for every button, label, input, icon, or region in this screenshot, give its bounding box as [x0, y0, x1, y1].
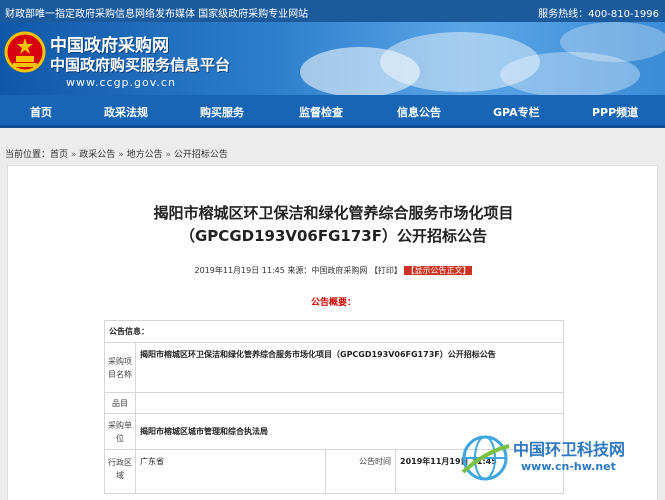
table-header: 公告信息： — [104, 320, 564, 343]
table-row: 采购项目名称 揭阳市榕城区环卫保洁和绿化管养综合服务市场化项目（GPCGD193… — [104, 342, 564, 393]
nav-item-gpa[interactable]: GPA专栏 — [493, 104, 540, 120]
print-link[interactable]: 【打印】 — [370, 266, 402, 275]
watermark-url: www.cn-hw.net — [521, 460, 616, 473]
main-nav: 首页 政采法规 购买服务 监督检查 信息公告 GPA专栏 PPP频道 — [0, 95, 665, 128]
article-title: 揭阳市榕城区环卫保洁和绿化管养综合服务市场化项目 （GPCGD193V06FG1… — [8, 202, 659, 248]
header-banner: 中国政府采购网 中国政府购买服务信息平台 www.ccgp.gov.cn — [0, 22, 665, 95]
table-row: 品目 — [104, 392, 564, 414]
breadcrumb-link-tender[interactable]: 公开招标公告 — [174, 150, 228, 160]
breadcrumb-link-announcements[interactable]: 政采公告 — [79, 150, 115, 160]
breadcrumb-link-local[interactable]: 地方公告 — [127, 150, 163, 160]
breadcrumb: 当前位置：首页 » 政采公告 » 地方公告 » 公开招标公告 — [5, 147, 228, 160]
summary-heading: 公告概要： — [310, 298, 356, 308]
service-hotline: 服务热线：400-810-1996 — [538, 9, 659, 20]
project-name-value: 揭阳市榕城区环卫保洁和绿化管养综合服务市场化项目（GPCGD193V06FG17… — [135, 342, 564, 393]
nav-item-regulations[interactable]: 政采法规 — [104, 104, 148, 120]
nav-item-announcements[interactable]: 信息公告 — [397, 104, 441, 120]
breadcrumb-separator: » — [165, 150, 171, 160]
article-title-line1: 揭阳市榕城区环卫保洁和绿化管养综合服务市场化项目 — [153, 204, 514, 222]
item-value — [135, 392, 564, 414]
nav-item-home[interactable]: 首页 — [30, 104, 52, 120]
site-subtitle: 中国政府购买服务信息平台 — [50, 56, 231, 74]
publish-date: 2019年11月19日 11:45 — [194, 266, 285, 275]
nav-item-ppp[interactable]: PPP频道 — [592, 104, 638, 120]
show-full-text-button[interactable]: 【显示公告正文】 — [404, 266, 473, 275]
watermark: 中国环卫科技网 www.cn-hw.net — [455, 430, 665, 500]
article-title-line2: （GPCGD193V06FG173F）公开招标公告 — [180, 227, 487, 245]
nav-item-services[interactable]: 购买服务 — [200, 104, 244, 120]
region-value: 广东省 — [135, 449, 326, 494]
top-bar: 财政部唯一指定政府采购信息网络发布媒体 国家级政府采购专业网站 服务热线：400… — [0, 0, 665, 22]
project-name-label: 采购项目名称 — [104, 342, 136, 393]
article-meta: 2019年11月19日 11:45 来源：中国政府采购网 【打印】 【显示公告正… — [8, 265, 659, 276]
breadcrumb-prefix: 当前位置： — [5, 150, 51, 160]
national-emblem-icon — [4, 31, 46, 73]
breadcrumb-link-home[interactable]: 首页 — [50, 150, 68, 160]
purchaser-label: 采购单位 — [104, 413, 136, 450]
site-url: www.ccgp.gov.cn — [66, 76, 176, 89]
globe-logo-icon — [461, 435, 510, 481]
article-source: 来源：中国政府采购网 — [287, 266, 368, 275]
breadcrumb-separator: » — [118, 150, 124, 160]
region-label: 行政区域 — [104, 449, 136, 494]
table-row: 公告信息： — [104, 320, 564, 343]
item-label: 品目 — [104, 392, 136, 414]
cloud-decoration — [560, 22, 665, 62]
site-name[interactable]: 中国政府采购网 — [50, 31, 169, 56]
breadcrumb-separator: » — [70, 150, 77, 160]
top-bar-slogan: 财政部唯一指定政府采购信息网络发布媒体 国家级政府采购专业网站 — [5, 9, 309, 20]
nav-item-supervision[interactable]: 监督检查 — [299, 104, 343, 120]
watermark-name: 中国环卫科技网 — [513, 440, 626, 459]
announce-time-label: 公告时间 — [325, 449, 396, 494]
